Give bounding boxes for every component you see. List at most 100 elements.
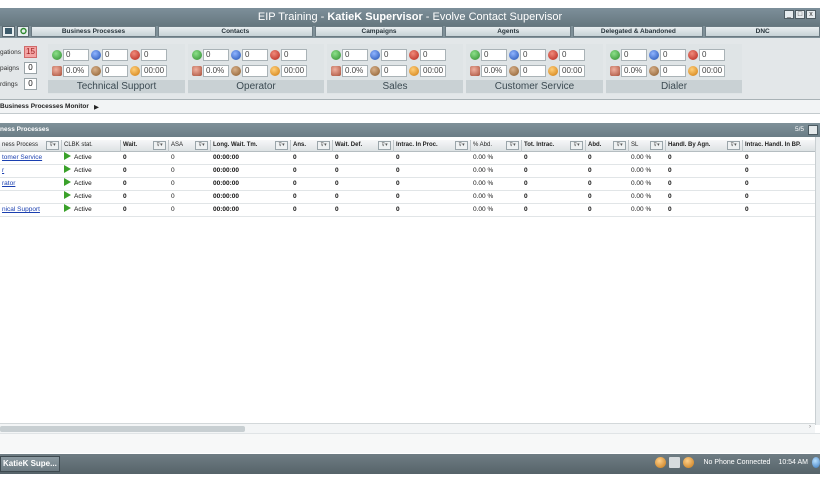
waiting-icon [370, 66, 380, 76]
column-header-handled-by-agent[interactable]: Handl. By Agn. ⊽▾ [666, 140, 743, 152]
filter-icon[interactable]: ⊽▾ [570, 141, 583, 150]
filter-icon[interactable]: ⊽▾ [727, 141, 740, 150]
table-cell: 0 [668, 193, 672, 200]
home-icon[interactable] [2, 26, 15, 37]
maximize-button[interactable]: □ [795, 10, 805, 19]
column-header-abandoned[interactable]: Abd. ⊽▾ [586, 140, 629, 152]
waiting-value: 0 [242, 65, 268, 77]
column-header-asa[interactable]: ASA ⊽▾ [169, 140, 211, 152]
table-row[interactable]: r Active 0 0 00:00:00 0 0 0 0.00 % 0 0 0… [0, 165, 815, 178]
table-cell: 0.00 % [473, 206, 494, 213]
column-header-label: Wait. [123, 142, 138, 148]
column-header-percent-abandoned[interactable]: % Abd. ⊽▾ [471, 140, 522, 152]
count-row-recordings[interactable]: rdings 0 [0, 76, 40, 92]
column-header-label: Intrac. In Proc. [396, 142, 438, 148]
count-row-campaigns[interactable]: paigns 0 [0, 60, 40, 76]
horizontal-scrollbar[interactable]: › [0, 423, 815, 433]
wait-time-value: 00:00 [559, 65, 585, 77]
tab-agents[interactable]: Agents [445, 26, 572, 37]
tab-delegated-abandoned[interactable]: Delegated & Abandoned [573, 26, 704, 37]
table-cell: 0 [396, 167, 400, 174]
filter-icon[interactable]: ⊽▾ [506, 141, 519, 150]
agents-busy-value: 0 [381, 49, 407, 61]
scroll-right-icon[interactable]: › [809, 424, 811, 430]
column-header-wait-deferred[interactable]: Wait. Def. ⊽▾ [333, 140, 394, 152]
business-process-link[interactable]: r [2, 167, 4, 174]
filter-icon[interactable]: ⊽▾ [613, 141, 626, 150]
table-cell: 0 [123, 180, 127, 187]
window-controls: _ □ x [784, 10, 816, 19]
phone-icon[interactable] [669, 457, 681, 468]
column-header-business-process[interactable]: ness Process ⊽▾ [0, 140, 62, 152]
filter-icon[interactable]: ⊽▾ [650, 141, 663, 150]
business-process-link[interactable]: rator [2, 180, 15, 187]
column-header-interactions-handled-in-bp[interactable]: Intrac. Handl. In BP. [743, 140, 815, 152]
clock-icon [409, 66, 419, 76]
expand-arrow-icon[interactable]: ▶ [94, 103, 99, 111]
group-sales[interactable]: 0 0 0 0.0% 0 00:00 Sales [327, 44, 463, 94]
taskbar-app-button[interactable]: KatieK Supe... [0, 456, 60, 472]
table-cell: 0 [171, 154, 175, 161]
filter-icon[interactable]: ⊽▾ [317, 141, 330, 150]
table-cell: 00:00:00 [213, 193, 240, 200]
close-button[interactable]: x [806, 10, 816, 19]
filter-icon[interactable]: ⊽▾ [153, 141, 166, 150]
column-header-waiting[interactable]: Wait. ⊽▾ [121, 140, 169, 152]
table-cell: 0 [668, 167, 672, 174]
filter-icon[interactable]: ⊽▾ [455, 141, 468, 150]
column-header-service-level[interactable]: SL ⊽▾ [629, 140, 666, 152]
table-row[interactable]: Active 0 0 00:00:00 0 0 0 0.00 % 0 0 0.0… [0, 191, 815, 204]
agents-unavailable-value: 0 [281, 49, 307, 61]
waiting-icon [649, 66, 659, 76]
tab-business-processes[interactable]: Business Processes [31, 26, 156, 37]
column-header-clbk-status[interactable]: CLBK stat. [62, 140, 121, 152]
table-cell: 0 [293, 167, 297, 174]
vertical-scrollbar[interactable] [815, 137, 820, 425]
table-cell: 0 [524, 154, 528, 161]
abandoned-icon [470, 66, 480, 76]
filter-icon[interactable]: ⊽▾ [275, 141, 288, 150]
abandoned-rate-value: 0.0% [621, 65, 647, 77]
group-technical-support[interactable]: 0 0 0 0.0% 0 00:00 Technical Support [48, 44, 185, 94]
tab-contacts[interactable]: Contacts [157, 26, 313, 37]
column-header-label: Handl. By Agn. [668, 142, 711, 148]
table-cell: 0 [396, 193, 400, 200]
table-row[interactable]: rator Active 0 0 00:00:00 0 0 0 0.00 % 0… [0, 178, 815, 191]
table-row[interactable]: tomer Service Active 0 0 00:00:00 0 0 0 … [0, 152, 815, 165]
agents-available-value: 0 [203, 49, 229, 61]
abandoned-rate-value: 0.0% [203, 65, 229, 77]
business-process-link[interactable]: tomer Service [2, 154, 42, 161]
scrollbar-thumb[interactable] [0, 426, 245, 432]
table-row[interactable]: nical Support Active 0 0 00:00:00 0 0 0 … [0, 204, 815, 217]
column-header-total-interactions[interactable]: Tot. Intrac. ⊽▾ [522, 140, 586, 152]
export-icon[interactable] [808, 125, 818, 135]
group-dialer[interactable]: 0 0 0 0.0% 0 00:00 Dialer [606, 44, 742, 94]
tab-dnc[interactable]: DNC [705, 26, 820, 37]
filter-icon[interactable]: ⊽▾ [195, 141, 208, 150]
minimize-button[interactable]: _ [784, 10, 794, 19]
callback-status: Active [74, 193, 92, 200]
refresh-icon[interactable] [16, 26, 30, 37]
column-header-longest-wait[interactable]: Long. Wait. Tm. ⊽▾ [211, 140, 291, 152]
globe-icon[interactable] [812, 457, 820, 468]
column-header-label: Intrac. Handl. In BP. [745, 142, 801, 148]
group-operator[interactable]: 0 0 0 0.0% 0 00:00 Operator [188, 44, 324, 94]
abandoned-icon [610, 66, 620, 76]
filter-icon[interactable]: ⊽▾ [46, 141, 59, 150]
settings-icon[interactable] [683, 457, 695, 468]
panel-title: ness Processes [0, 126, 50, 133]
agents-unavailable-icon [130, 50, 140, 60]
count-row-investigations[interactable]: gations 15 [0, 44, 40, 60]
group-customer-service[interactable]: 0 0 0 0.0% 0 00:00 Customer Service [466, 44, 603, 94]
callback-status: Active [74, 206, 92, 213]
column-header-answered[interactable]: Ans. ⊽▾ [291, 140, 333, 152]
monitor-title: Business Processes Monitor [0, 103, 89, 110]
table-cell: 0 [396, 206, 400, 213]
filter-icon[interactable]: ⊽▾ [378, 141, 391, 150]
tab-campaigns[interactable]: Campaigns [314, 26, 444, 37]
business-process-link[interactable]: nical Support [2, 206, 40, 213]
wait-time-value: 00:00 [141, 65, 167, 77]
table-cell: 0 [668, 180, 672, 187]
status-icon[interactable] [655, 457, 667, 468]
column-header-interactions-in-process[interactable]: Intrac. In Proc. ⊽▾ [394, 140, 471, 152]
